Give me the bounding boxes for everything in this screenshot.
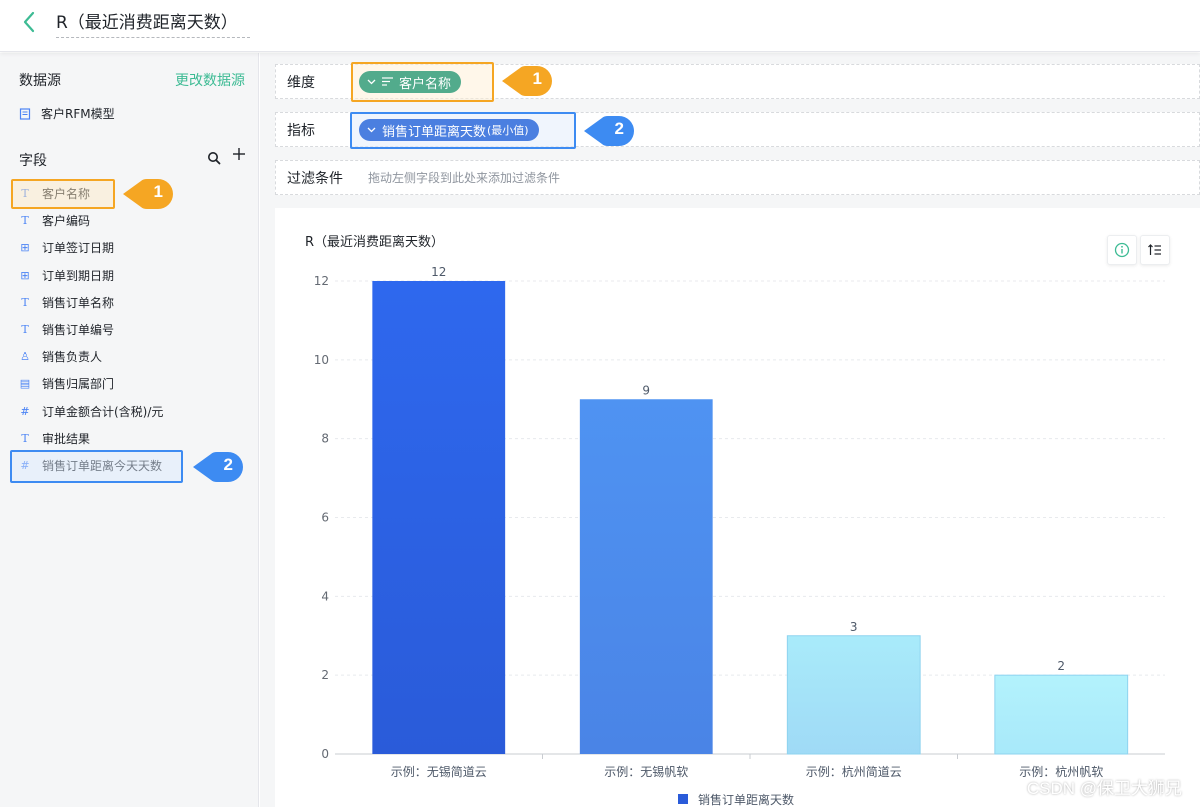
field-item-customer-code[interactable]: T 客户编码	[0, 207, 259, 234]
metric-label: 指标	[287, 122, 315, 139]
page-title: R（最近消费距离天数）	[56, 13, 238, 33]
text-type-icon: T	[21, 214, 29, 228]
field-label: 客户编码	[42, 214, 91, 229]
number-type-icon: #	[20, 404, 30, 418]
field-item-approval-result[interactable]: T 审批结果	[0, 425, 259, 452]
data-label: 9	[642, 383, 650, 397]
datasource-name: 客户RFM模型	[41, 107, 115, 121]
bar[interactable]	[994, 674, 1129, 755]
filter-hint: 拖动左侧字段到此处来添加过滤条件	[368, 171, 561, 185]
legend-label: 销售订单距离天数	[698, 792, 794, 807]
y-tick-label: 0	[321, 747, 329, 761]
field-sidebar: 数据源 更改数据源 客户RFM模型 字段 T 客户名称 T 客户编码 ⊞ 订单签…	[0, 53, 259, 807]
dimension-pill[interactable]: 客户名称	[359, 71, 462, 93]
field-list: T 客户名称 T 客户编码 ⊞ 订单签订日期 ⊞ 订单到期日期 T 销售订单名称…	[0, 180, 259, 479]
text-type-icon: T	[21, 295, 29, 309]
form-icon	[19, 107, 31, 120]
callout-badge-1: 1	[121, 178, 174, 210]
search-icon[interactable]	[207, 150, 223, 166]
field-item-sales-order-name[interactable]: T 销售订单名称	[0, 289, 259, 316]
date-type-icon: ⊞	[20, 268, 30, 282]
add-field-icon[interactable]	[232, 147, 248, 165]
fields-label: 字段	[19, 153, 47, 169]
y-tick-label: 2	[321, 668, 329, 682]
field-label: 订单金额合计(含税)/元	[42, 404, 164, 419]
highlight-box-customer-name	[11, 179, 115, 209]
text-type-icon: T	[21, 323, 29, 337]
field-label: 销售订单编号	[42, 323, 115, 338]
field-label: 订单到期日期	[42, 268, 115, 283]
legend-swatch	[678, 794, 688, 804]
back-arrow-icon[interactable]	[18, 10, 42, 34]
bar-chart: 024681012 12示例：无锡简道云9示例：无锡帆软3示例：杭州简道云2示例…	[314, 265, 1165, 807]
chart-card: R（最近消费距离天数） 0 2 4 6 8 10 12 12 示例：无锡简道云 9 示例：无锡帆软…	[275, 208, 1200, 807]
callout-badge-1-dimension: 1	[500, 65, 553, 97]
chevron-down-icon	[367, 77, 376, 88]
field-label: 销售归属部门	[42, 377, 115, 392]
person-type-icon: ♙	[20, 350, 30, 364]
chevron-down-icon	[367, 125, 376, 136]
filter-drop-zone[interactable]: 过滤条件 拖动左侧字段到此处来添加过滤条件	[275, 160, 1200, 195]
field-label: 销售订单名称	[42, 295, 115, 310]
field-item-sales-owner[interactable]: ♙ 销售负责人	[0, 343, 259, 370]
bar[interactable]	[372, 281, 506, 754]
field-item-sales-order-number[interactable]: T 销售订单编号	[0, 316, 259, 343]
metric-pill[interactable]: 销售订单距离天数 (最小值)	[359, 119, 539, 141]
dimension-pill-label: 客户名称	[399, 76, 452, 92]
data-label: 3	[850, 620, 858, 634]
datasource-item[interactable]: 客户RFM模型	[19, 105, 115, 122]
metric-aggregation: (最小值)	[487, 124, 529, 137]
y-tick-label: 12	[314, 274, 329, 288]
department-type-icon: ▤	[19, 377, 31, 391]
field-item-order-due-date[interactable]: ⊞ 订单到期日期	[0, 262, 259, 289]
x-tick-label: 示例：杭州简道云	[806, 764, 902, 779]
change-datasource-link[interactable]: 更改数据源	[175, 70, 245, 90]
x-tick-label: 示例：无锡简道云	[391, 764, 487, 779]
bar[interactable]	[786, 635, 921, 755]
field-label: 审批结果	[42, 431, 91, 446]
field-label: 订单签订日期	[42, 241, 115, 256]
y-tick-label: 10	[314, 353, 329, 367]
main-panel: 维度 指标 过滤条件 拖动左侧字段到此处来添加过滤条件 客户名称 1 销售订单距…	[260, 53, 1200, 807]
sort-lines-icon	[382, 75, 393, 90]
callout-badge-2-metric: 2	[582, 115, 635, 147]
watermark: CSDN @保卫大狮兄	[1026, 779, 1182, 798]
y-tick-label: 4	[321, 589, 329, 603]
y-tick-label: 6	[321, 511, 329, 525]
dimension-label: 维度	[287, 74, 315, 91]
callout-badge-2: 2	[191, 451, 244, 483]
y-tick-label: 8	[321, 432, 329, 446]
field-item-order-sign-date[interactable]: ⊞ 订单签订日期	[0, 234, 259, 261]
field-item-sales-department[interactable]: ▤ 销售归属部门	[0, 370, 259, 397]
metric-pill-label: 销售订单距离天数	[382, 124, 487, 140]
text-type-icon: T	[21, 431, 29, 445]
data-label: 2	[1057, 659, 1065, 673]
x-tick-label: 示例：无锡帆软	[604, 764, 688, 779]
filter-label: 过滤条件	[287, 170, 343, 187]
field-label: 销售负责人	[42, 350, 103, 365]
field-item-order-amount[interactable]: # 订单金额合计(含税)/元	[0, 398, 259, 425]
bar[interactable]	[579, 399, 713, 754]
top-bar: R（最近消费距离天数）	[0, 0, 1200, 52]
data-label: 12	[431, 265, 446, 279]
datasource-label: 数据源	[19, 73, 61, 89]
highlight-box-days-since-order	[10, 450, 183, 483]
date-type-icon: ⊞	[20, 241, 30, 255]
chart-title-input[interactable]: R（最近消费距离天数）	[56, 10, 250, 38]
